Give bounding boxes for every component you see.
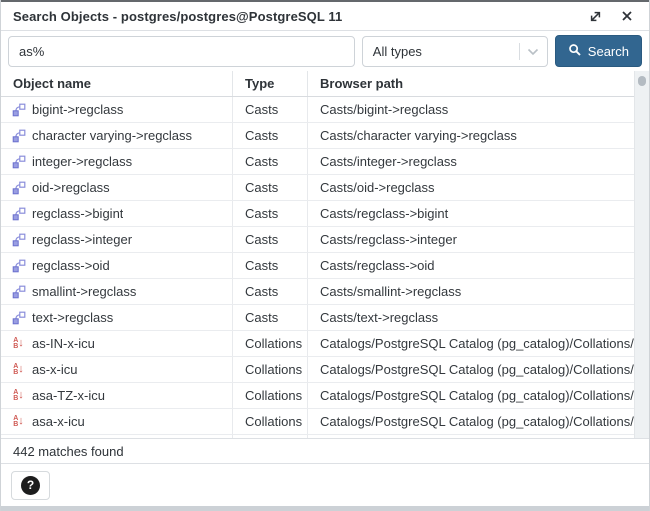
browser-path: Casts/bigint->regclass bbox=[308, 97, 634, 122]
object-name: regclass->bigint bbox=[32, 206, 123, 221]
object-type: Casts bbox=[233, 253, 308, 278]
dialog-title: Search Objects - postgres/postgres@Postg… bbox=[13, 9, 342, 24]
table-row[interactable]: AB↓ asa-TZ-x-icu Collations Catalogs/Pos… bbox=[1, 383, 634, 409]
collation-sort-icon: AB↓ bbox=[11, 336, 26, 351]
browser-path: Casts/regclass->oid bbox=[308, 253, 634, 278]
object-type: Collations bbox=[233, 383, 308, 408]
table-body: bigint->regclass Casts Casts/bigint->reg… bbox=[1, 97, 634, 438]
dialog-footer: ? bbox=[1, 464, 649, 506]
dropdown-separator bbox=[519, 43, 520, 60]
table-row[interactable]: AB↓ as-x-icu Collations Catalogs/Postgre… bbox=[1, 357, 634, 383]
type-filter-dropdown[interactable]: All types bbox=[362, 36, 548, 67]
column-header-browser-path[interactable]: Browser path bbox=[308, 71, 634, 96]
search-icon bbox=[568, 43, 582, 60]
object-type: Casts bbox=[233, 149, 308, 174]
help-button[interactable]: ? bbox=[11, 471, 50, 500]
collation-sort-icon: AB↓ bbox=[11, 362, 26, 377]
cast-icon bbox=[11, 284, 26, 299]
cast-icon bbox=[11, 232, 26, 247]
table-header-row: Object name Type Browser path bbox=[1, 71, 634, 97]
type-filter-value: All types bbox=[373, 44, 519, 59]
table-row[interactable]: regclass->bigint Casts Casts/regclass->b… bbox=[1, 201, 634, 227]
status-bar: 442 matches found bbox=[1, 438, 649, 464]
table-row[interactable]: regclass->integer Casts Casts/regclass->… bbox=[1, 227, 634, 253]
object-type: Casts bbox=[233, 227, 308, 252]
search-button[interactable]: Search bbox=[555, 35, 642, 67]
object-name: regclass->oid bbox=[32, 258, 110, 273]
table-row[interactable]: character varying->regclass Casts Casts/… bbox=[1, 123, 634, 149]
browser-path: Casts/regclass->bigint bbox=[308, 201, 634, 226]
table-row[interactable]: text->regclass Casts Casts/text->regclas… bbox=[1, 305, 634, 331]
object-name: oid->regclass bbox=[32, 180, 110, 195]
cast-icon bbox=[11, 206, 26, 221]
chevron-down-icon bbox=[527, 44, 539, 59]
browser-path: Catalogs/PostgreSQL Catalog (pg_catalog)… bbox=[308, 331, 634, 356]
browser-path: Catalogs/PostgreSQL Catalog (pg_catalog)… bbox=[308, 357, 634, 382]
search-input[interactable] bbox=[8, 36, 355, 67]
vertical-scrollbar[interactable] bbox=[634, 71, 649, 438]
browser-path: Casts/text->regclass bbox=[308, 305, 634, 330]
table-row[interactable]: oid->regclass Casts Casts/oid->regclass bbox=[1, 175, 634, 201]
browser-path: Casts/smallint->regclass bbox=[308, 279, 634, 304]
cast-icon bbox=[11, 258, 26, 273]
browser-path bbox=[308, 435, 634, 438]
object-name: asa-x-icu bbox=[32, 414, 85, 429]
object-type: Collations bbox=[233, 357, 308, 382]
cast-icon bbox=[11, 310, 26, 325]
table-row[interactable]: smallint->regclass Casts Casts/smallint-… bbox=[1, 279, 634, 305]
object-type: Collations bbox=[233, 409, 308, 434]
browser-path: Catalogs/PostgreSQL Catalog (pg_catalog)… bbox=[308, 409, 634, 434]
object-type bbox=[233, 435, 308, 438]
object-type: Casts bbox=[233, 175, 308, 200]
browser-path: Catalogs/PostgreSQL Catalog (pg_catalog)… bbox=[308, 383, 634, 408]
object-name: as-IN-x-icu bbox=[32, 336, 95, 351]
dialog-titlebar: Search Objects - postgres/postgres@Postg… bbox=[1, 2, 649, 31]
scrollbar-thumb[interactable] bbox=[638, 76, 646, 86]
table-row[interactable]: regclass->oid Casts Casts/regclass->oid bbox=[1, 253, 634, 279]
search-button-label: Search bbox=[588, 44, 629, 59]
object-name: text->regclass bbox=[32, 310, 113, 325]
browser-path: Casts/regclass->integer bbox=[308, 227, 634, 252]
object-name: smallint->regclass bbox=[32, 284, 136, 299]
object-name: integer->regclass bbox=[32, 154, 132, 169]
cast-icon bbox=[11, 154, 26, 169]
close-icon[interactable] bbox=[619, 8, 635, 24]
browser-path: Casts/oid->regclass bbox=[308, 175, 634, 200]
search-toolbar: All types Search bbox=[1, 31, 649, 71]
question-mark-icon: ? bbox=[21, 476, 40, 495]
search-objects-dialog: Search Objects - postgres/postgres@Postg… bbox=[0, 0, 650, 511]
object-type: Casts bbox=[233, 201, 308, 226]
table-row[interactable]: AB↓ asa-x-icu Collations Catalogs/Postgr… bbox=[1, 409, 634, 435]
column-header-type[interactable]: Type bbox=[233, 71, 308, 96]
object-name: as-x-icu bbox=[32, 362, 78, 377]
cast-icon bbox=[11, 180, 26, 195]
results-table: Object name Type Browser path bigint->re… bbox=[1, 71, 649, 438]
table-row[interactable]: AB↓ as-IN-x-icu Collations Catalogs/Post… bbox=[1, 331, 634, 357]
collation-sort-icon: AB↓ bbox=[11, 388, 26, 403]
window-bottom-edge bbox=[1, 506, 649, 511]
object-type: Casts bbox=[233, 97, 308, 122]
maximize-icon[interactable] bbox=[587, 8, 603, 24]
table-row[interactable]: integer->regclass Casts Casts/integer->r… bbox=[1, 149, 634, 175]
table-row[interactable] bbox=[1, 435, 634, 438]
matches-found-text: 442 matches found bbox=[13, 444, 124, 459]
object-name: regclass->integer bbox=[32, 232, 132, 247]
browser-path: Casts/integer->regclass bbox=[308, 149, 634, 174]
cast-icon bbox=[11, 102, 26, 117]
object-name: character varying->regclass bbox=[32, 128, 192, 143]
object-type: Casts bbox=[233, 123, 308, 148]
collation-sort-icon: AB↓ bbox=[11, 414, 26, 429]
table-row[interactable]: bigint->regclass Casts Casts/bigint->reg… bbox=[1, 97, 634, 123]
object-type: Casts bbox=[233, 279, 308, 304]
object-name: asa-TZ-x-icu bbox=[32, 388, 105, 403]
object-type: Casts bbox=[233, 305, 308, 330]
object-name: bigint->regclass bbox=[32, 102, 123, 117]
object-type: Collations bbox=[233, 331, 308, 356]
cast-icon bbox=[11, 128, 26, 143]
browser-path: Casts/character varying->regclass bbox=[308, 123, 634, 148]
column-header-object-name[interactable]: Object name bbox=[1, 71, 233, 96]
